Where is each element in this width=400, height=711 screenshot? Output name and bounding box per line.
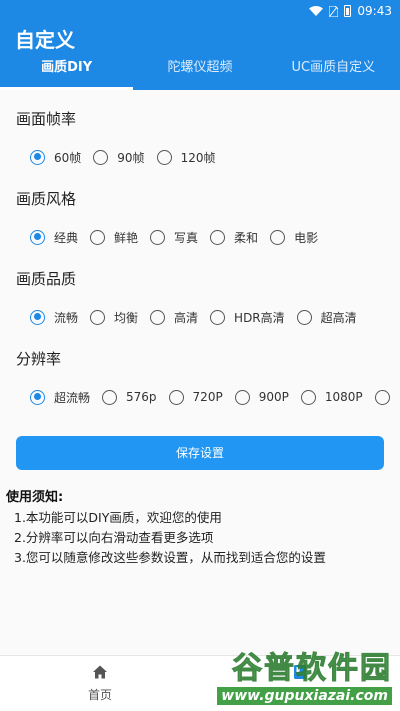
radio-label: 流畅 (54, 310, 79, 325)
radio-checked-icon (30, 389, 45, 405)
radio-label: 经典 (54, 230, 79, 245)
radio-option[interactable]: 柔和 (210, 229, 258, 246)
nav-label-custom: 自定义 (281, 688, 318, 702)
radio-unchecked-icon (234, 389, 250, 405)
radio-option[interactable]: 120帧 (156, 149, 216, 166)
radio-group-quality: 流畅 均衡 高清 HDR高清 超高清 (16, 302, 384, 332)
radio-option[interactable]: 经典 (30, 229, 78, 246)
tab-uc[interactable]: UC画质自定义 (267, 46, 400, 90)
radio-option[interactable]: 写真 (150, 229, 198, 246)
battery-icon (344, 5, 352, 17)
wifi-icon (309, 6, 324, 16)
status-bar: 09:43 (0, 0, 400, 22)
radio-option[interactable]: 超流畅 (30, 389, 90, 406)
home-icon (93, 665, 107, 679)
usage-notice: 使用须知: 1.本功能可以DIY画质，欢迎您的使用 2.分辨率可以向右滑动查看更… (0, 488, 400, 568)
radio-label: 900P (258, 390, 289, 404)
radio-checked-icon (30, 309, 45, 325)
radio-label: 超高清 (320, 310, 357, 325)
radio-option[interactable]: 均衡 (90, 309, 138, 326)
radio-group-framerate: 60帧 90帧 120帧 (16, 142, 384, 172)
notice-item: 2.分辨率可以向右滑动查看更多选项 (14, 530, 214, 545)
radio-group-style: 经典 鲜艳 写真 柔和 电影 (16, 222, 384, 252)
radio-label: 720P (192, 390, 223, 404)
radio-label: 鲜艳 (114, 230, 139, 245)
radio-group-resolution[interactable]: 超流畅 576p 720P 900P 1080P (16, 382, 390, 412)
radio-label: 576p (126, 390, 157, 404)
radio-unchecked-icon (296, 309, 312, 325)
radio-label: 120帧 (180, 150, 216, 165)
radio-checked-icon (30, 229, 45, 245)
radio-unchecked-icon (210, 229, 226, 245)
tab-gyro[interactable]: 陀螺仪超频 (133, 46, 266, 90)
radio-option[interactable]: 90帧 (93, 149, 145, 166)
radio-label: 均衡 (114, 310, 139, 325)
radio-label: 超流畅 (54, 390, 91, 405)
settings-content: 画面帧率 60帧 90帧 120帧 画质风格 经典 鲜艳 写真 柔和 电影 画质… (0, 108, 400, 412)
radio-label: 电影 (294, 230, 319, 245)
radio-unchecked-icon (150, 309, 166, 325)
app-bar: 自定义 画质DIY 陀螺仪超频 UC画质自定义 (0, 22, 400, 90)
radio-unchecked-icon (90, 229, 106, 245)
radio-unchecked-icon (93, 149, 109, 165)
tab-diy[interactable]: 画质DIY (0, 46, 134, 90)
radio-unchecked-icon (270, 229, 286, 245)
radio-option[interactable]: 1080P (300, 389, 363, 405)
radio-unchecked-icon (168, 389, 184, 405)
radio-checked-icon (30, 149, 45, 165)
nav-item-custom[interactable]: 自定义 (200, 656, 400, 711)
radio-unchecked-icon (300, 389, 316, 405)
notice-title: 使用须知: (6, 490, 64, 505)
radio-unchecked-icon (102, 389, 118, 405)
section-title-resolution: 分辨率 (16, 350, 62, 368)
radio-option[interactable]: 高清 (150, 309, 198, 326)
radio-unchecked-icon (156, 149, 172, 165)
notice-item: 3.您可以随意修改这些参数设置，从而找到适合您的设置 (14, 550, 326, 565)
save-button[interactable]: 保存设置 (16, 436, 384, 470)
radio-label: 90帧 (117, 150, 145, 165)
radio-label: 60帧 (54, 150, 82, 165)
radio-option[interactable]: 900P (234, 389, 289, 405)
tab-bar: 画质DIY 陀螺仪超频 UC画质自定义 (0, 46, 400, 90)
radio-label: 写真 (174, 230, 199, 245)
radio-option[interactable]: 60帧 (30, 149, 81, 166)
nav-label-home: 首页 (87, 688, 112, 702)
section-title-framerate: 画面帧率 (16, 110, 77, 128)
radio-label: HDR高清 (234, 310, 285, 325)
section-title-style: 画质风格 (16, 190, 77, 208)
radio-option[interactable]: 电影 (270, 229, 318, 246)
radio-unchecked-icon (90, 309, 106, 325)
notice-item: 1.本功能可以DIY画质，欢迎您的使用 (14, 510, 222, 525)
radio-unchecked-icon (210, 309, 226, 325)
status-time: 09:43 (357, 4, 392, 18)
bottom-nav: 首页 自定义 (0, 655, 400, 711)
radio-label: 柔和 (234, 230, 259, 245)
custom-icon (294, 665, 306, 679)
radio-option[interactable] (374, 389, 399, 405)
radio-option[interactable]: 720P (168, 389, 223, 405)
nav-item-home[interactable]: 首页 (0, 656, 200, 711)
section-title-quality: 画质品质 (16, 270, 77, 288)
radio-option[interactable]: HDR高清 (210, 309, 285, 326)
radio-unchecked-icon (374, 389, 390, 405)
radio-unchecked-icon (150, 229, 166, 245)
radio-option[interactable]: 576p (102, 389, 157, 405)
radio-label: 高清 (174, 310, 199, 325)
radio-label: 1080P (324, 390, 363, 404)
radio-option[interactable]: 鲜艳 (90, 229, 138, 246)
sim-icon (329, 5, 339, 17)
radio-option[interactable]: 流畅 (30, 309, 78, 326)
radio-option[interactable]: 超高清 (296, 309, 357, 326)
